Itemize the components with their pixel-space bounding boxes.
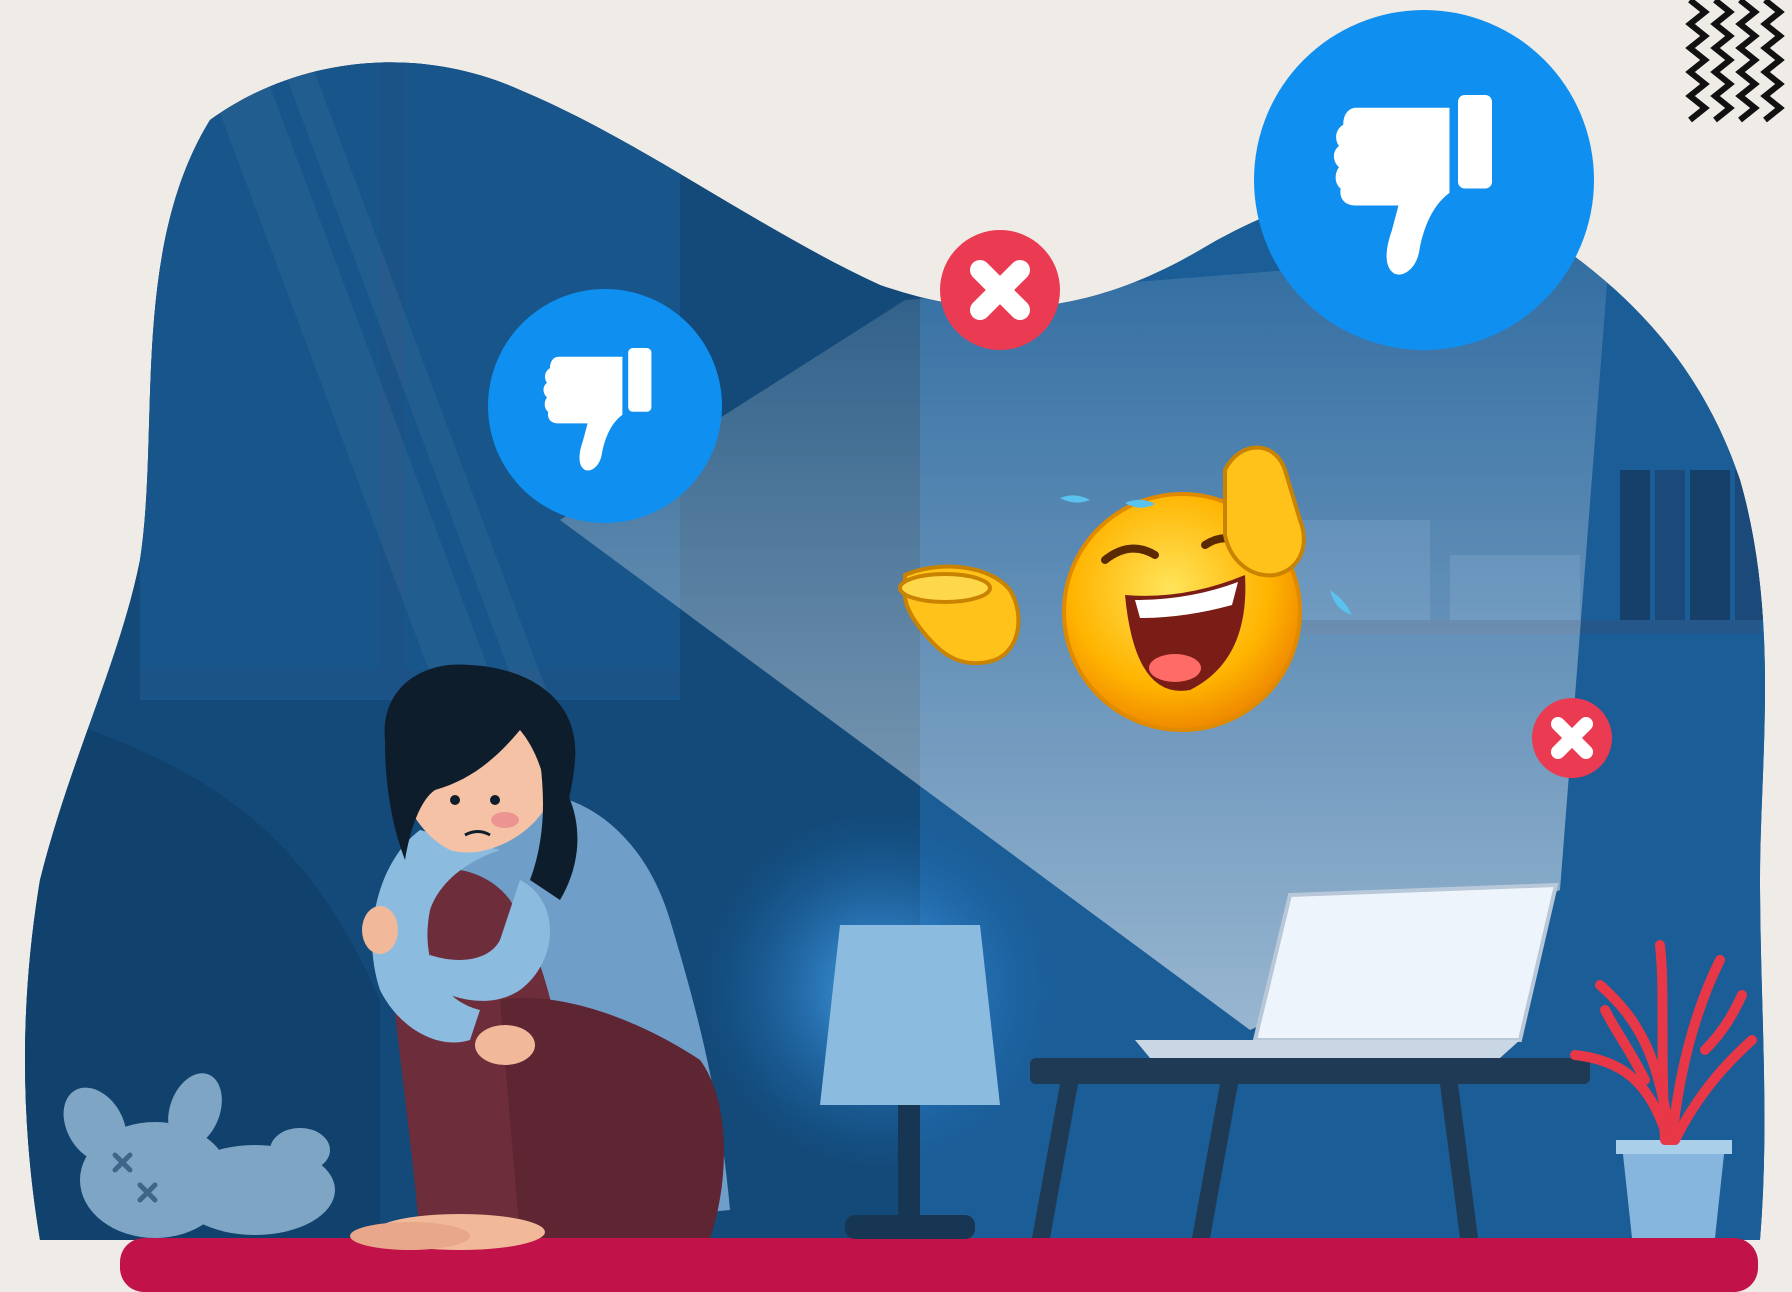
thumbs-down-icon-right [1254, 10, 1594, 350]
thumbs-down-icon-left [488, 289, 722, 523]
floor-bar [120, 1238, 1758, 1292]
illustration-stage [0, 0, 1792, 1292]
zigzag-decoration [1685, 0, 1785, 123]
close-icon-top [940, 230, 1060, 350]
scene-illustration [25, 0, 1785, 1292]
close-icon-right [1532, 698, 1612, 778]
